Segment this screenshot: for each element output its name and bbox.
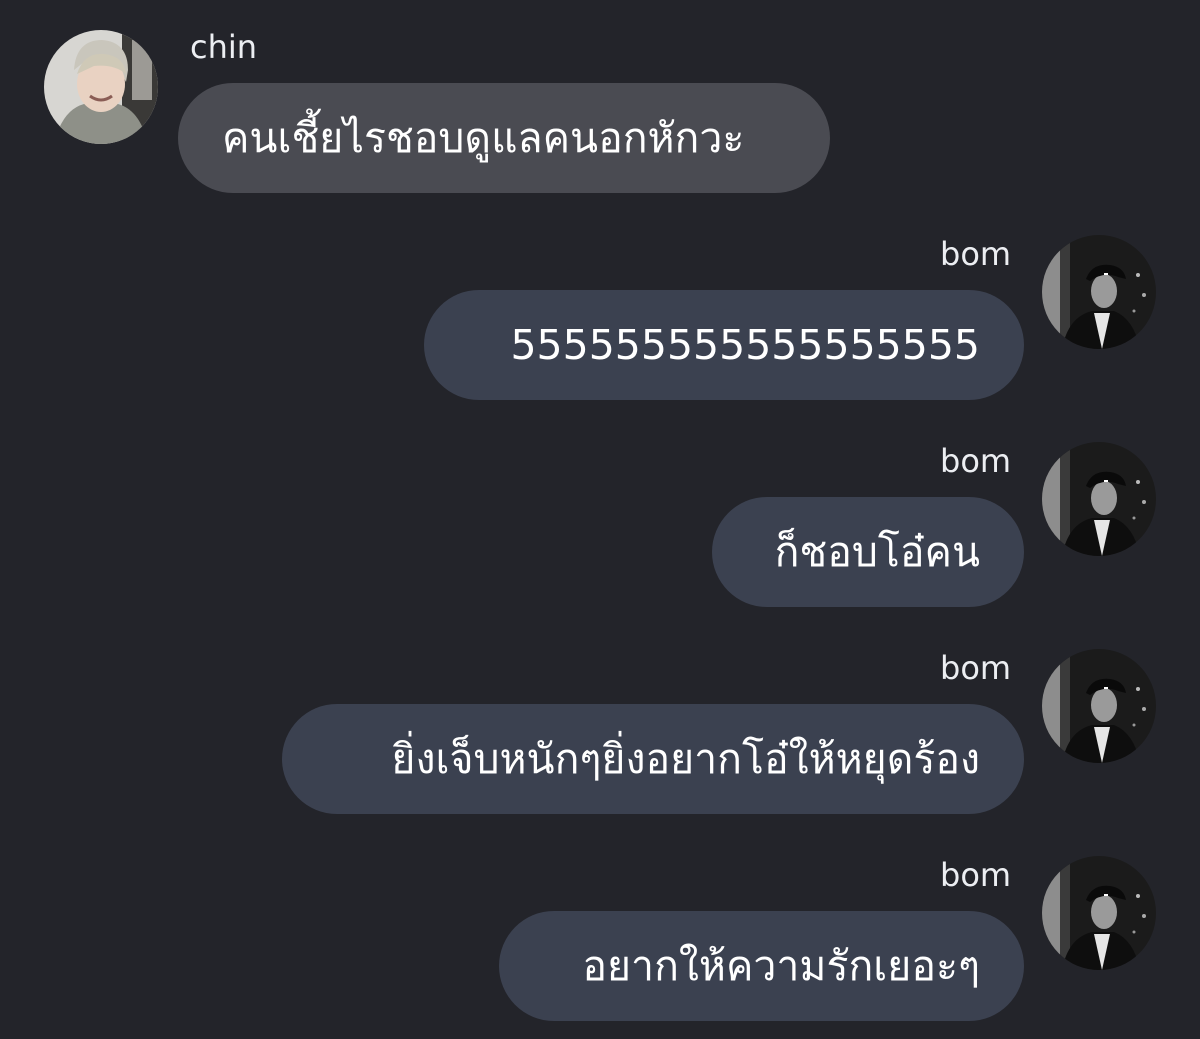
- user-photo-icon: [1042, 649, 1156, 763]
- message-bubble[interactable]: อยากให้ความรักเยอะๆ: [499, 911, 1024, 1021]
- user-photo-icon: [1042, 235, 1156, 349]
- sender-name: bom: [940, 442, 1012, 480]
- message-text: ยิ่งเจ็บหนักๆยิ่งอยากโอ๋ให้หยุดร้อง: [391, 734, 980, 783]
- user-photo-icon: [44, 30, 158, 144]
- message-bubble[interactable]: ก็ชอบโอ๋คน: [712, 497, 1024, 607]
- avatar-bom[interactable]: [1042, 442, 1156, 556]
- message-bubble[interactable]: คนเชี้ยไรชอบดูแลคนอกหักวะ: [178, 83, 830, 193]
- message-text: คนเชี้ยไรชอบดูแลคนอกหักวะ: [222, 113, 745, 162]
- avatar-bom[interactable]: [1042, 856, 1156, 970]
- message-text: 555555555555555555: [510, 321, 980, 369]
- user-photo-icon: [1042, 856, 1156, 970]
- chat-screen: { "messages": [ { "sender": "chin", "tex…: [0, 0, 1200, 1039]
- message-text: ก็ชอบโอ๋คน: [774, 527, 980, 576]
- avatar-bom[interactable]: [1042, 649, 1156, 763]
- message-bubble[interactable]: ยิ่งเจ็บหนักๆยิ่งอยากโอ๋ให้หยุดร้อง: [282, 704, 1024, 814]
- avatar-bom[interactable]: [1042, 235, 1156, 349]
- sender-name: bom: [940, 235, 1012, 273]
- sender-name: chin: [190, 28, 258, 66]
- avatar-chin[interactable]: [44, 30, 158, 144]
- message-bubble[interactable]: 555555555555555555: [424, 290, 1024, 400]
- sender-name: bom: [940, 649, 1012, 687]
- user-photo-icon: [1042, 442, 1156, 556]
- sender-name: bom: [940, 856, 1012, 894]
- message-text: อยากให้ความรักเยอะๆ: [582, 941, 980, 990]
